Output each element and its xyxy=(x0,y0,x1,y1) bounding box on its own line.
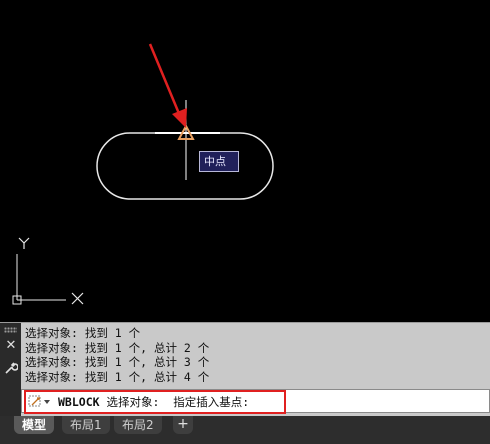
drawing-geometry xyxy=(12,43,274,305)
tab-layout2[interactable]: 布局2 xyxy=(114,416,162,434)
panel-grip-handle[interactable] xyxy=(4,327,17,333)
annotation-arrow-head xyxy=(172,108,187,128)
command-line-panel: ✕ 选择对象: 找到 1 个 选择对象: 找到 1 个, 总计 2 个 选择对象… xyxy=(0,322,490,417)
tab-layout1[interactable]: 布局1 xyxy=(62,416,110,434)
command-prompt-icon[interactable] xyxy=(27,393,53,409)
command-history: 选择对象: 找到 1 个 选择对象: 找到 1 个, 总计 2 个 选择对象: … xyxy=(25,326,485,384)
obround-shape xyxy=(96,132,274,200)
command-prompt-text: WBLOCK 选择对象: 指定插入基点: xyxy=(58,394,249,410)
drawing-canvas[interactable]: 中点 xyxy=(0,0,490,322)
command-name: WBLOCK xyxy=(58,395,100,409)
tab-model[interactable]: 模型 xyxy=(14,416,55,434)
add-layout-button[interactable]: + xyxy=(173,416,193,434)
command-prompt: 选择对象: 指定插入基点: xyxy=(99,395,250,409)
ucs-icon xyxy=(12,254,66,305)
command-input[interactable]: WBLOCK 选择对象: 指定插入基点: xyxy=(21,389,490,413)
history-line: 选择对象: 找到 1 个, 总计 4 个 xyxy=(25,369,210,384)
history-line: 选择对象: 找到 1 个 xyxy=(25,326,141,340)
wrench-icon[interactable] xyxy=(4,361,19,375)
annotation-arrow-line xyxy=(148,43,182,117)
ucs-x-label xyxy=(71,292,84,305)
snap-tooltip: 中点 xyxy=(199,151,239,172)
close-icon[interactable]: ✕ xyxy=(4,339,18,353)
history-line: 选择对象: 找到 1 个, 总计 3 个 xyxy=(25,355,210,369)
history-line: 选择对象: 找到 1 个, 总计 2 个 xyxy=(25,340,210,355)
command-panel-sidebar: ✕ xyxy=(0,323,21,417)
ucs-y-label xyxy=(18,237,30,249)
layout-tabs-bar: 模型 布局1 布局2 + xyxy=(0,416,490,444)
